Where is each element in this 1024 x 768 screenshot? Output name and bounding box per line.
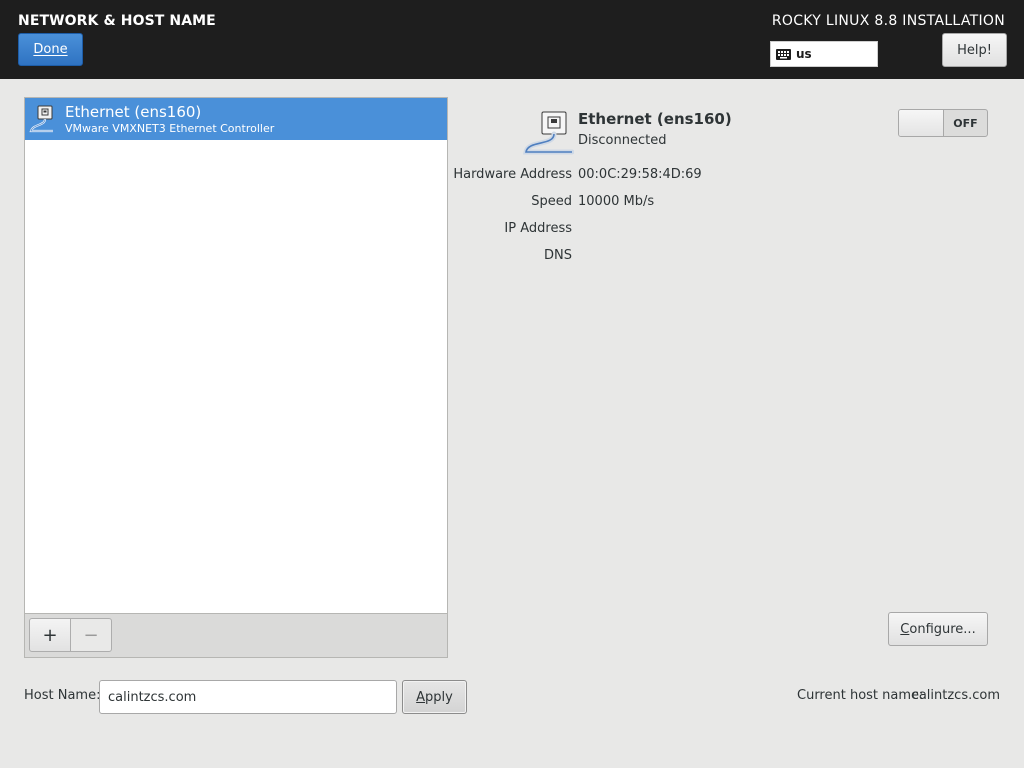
host-name-input[interactable] [99, 680, 397, 714]
done-button[interactable]: Done [18, 33, 83, 66]
device-list-panel: Ethernet (ens160) VMware VMXNET3 Etherne… [24, 97, 448, 658]
connection-toggle[interactable]: OFF [898, 109, 988, 137]
configure-button-label: Configure... [900, 621, 976, 637]
device-list-item[interactable]: Ethernet (ens160) VMware VMXNET3 Etherne… [25, 98, 447, 140]
help-button[interactable]: Help! [942, 33, 1007, 67]
host-name-label-text: Host Name: [24, 688, 101, 703]
connection-status: Disconnected [578, 133, 667, 148]
dns-label: DNS [544, 248, 572, 263]
configure-button[interactable]: Configure... [888, 612, 988, 646]
remove-device-button[interactable]: − [70, 618, 112, 652]
hardware-address-label: Hardware Address [453, 167, 572, 182]
device-name: Ethernet (ens160) [65, 103, 202, 121]
keyboard-icon [776, 48, 791, 60]
hardware-address-value: 00:0C:29:58:4D:69 [578, 167, 702, 182]
ip-address-label: IP Address [504, 221, 572, 236]
add-device-button[interactable]: + [29, 618, 71, 652]
speed-value: 10000 Mb/s [578, 194, 655, 209]
apply-button[interactable]: Apply [402, 680, 467, 714]
product-title: ROCKY LINUX 8.8 INSTALLATION [771, 13, 1005, 29]
apply-button-label: Apply [416, 689, 453, 705]
toggle-knob [899, 110, 944, 136]
current-host-name-value: calintzcs.com [911, 688, 1000, 703]
keyboard-layout-indicator[interactable]: us [770, 41, 878, 67]
host-name-label: Host Name: [24, 688, 100, 703]
device-detail-name: Ethernet (ens160) [578, 110, 732, 128]
current-host-name-label: Current host name: [797, 688, 924, 703]
speed-label: Speed [531, 194, 572, 209]
top-bar: NETWORK & HOST NAME Done ROCKY LINUX 8.8… [0, 0, 1024, 79]
ethernet-cable-icon [523, 111, 574, 155]
device-list-toolbar: + − [25, 613, 447, 657]
toggle-state-label: OFF [953, 116, 978, 130]
page-title: NETWORK & HOST NAME [18, 13, 216, 29]
device-description: VMware VMXNET3 Ethernet Controller [65, 122, 275, 135]
keyboard-layout-label: us [796, 47, 812, 61]
ethernet-cable-icon [29, 105, 53, 133]
